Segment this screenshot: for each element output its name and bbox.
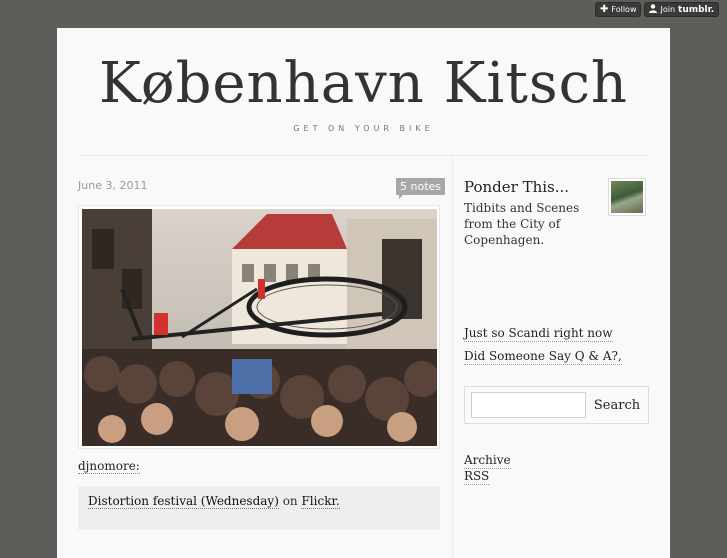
sidebar-link-just-so-scandi[interactable]: Just so Scandi right now <box>464 326 613 342</box>
join-label: Join <box>660 5 676 14</box>
avatar[interactable] <box>608 178 646 216</box>
quote-connector: on <box>278 494 302 508</box>
user-icon <box>649 3 658 16</box>
search-form: Search <box>464 386 649 424</box>
follow-label: Follow <box>611 5 637 14</box>
header-divider <box>78 155 648 156</box>
follow-button[interactable]: ✚ Follow <box>595 2 642 17</box>
sidebar-description: Tidbits and Scenes from the City of Cope… <box>464 201 580 247</box>
notes-badge[interactable]: 5 notes <box>396 178 446 199</box>
tumblr-logo: tumblr. <box>678 4 715 15</box>
post-quote: Distortion festival (Wednesday) on Flick… <box>78 486 440 530</box>
post-date[interactable]: June 3, 2011 <box>78 179 147 192</box>
archive-link[interactable]: Archive <box>464 453 511 469</box>
blog-subtitle: GET ON YOUR BIKE <box>293 124 434 133</box>
tumblr-controls: ✚ Follow Join tumblr. <box>595 2 720 17</box>
blog-title[interactable]: København Kitsch <box>57 50 670 118</box>
quote-link[interactable]: Distortion festival (Wednesday) <box>88 494 279 509</box>
search-button[interactable]: Search <box>589 392 645 418</box>
plus-icon: ✚ <box>600 3 609 15</box>
post-source-user[interactable]: djnomore: <box>78 459 140 474</box>
sidebar-title: Ponder This... <box>464 178 570 196</box>
rss-link[interactable]: RSS <box>464 469 490 485</box>
sidebar-link-q-and-a[interactable]: Did Someone Say Q & A?, <box>464 349 622 365</box>
flickr-link[interactable]: Flickr. <box>301 494 340 509</box>
blog-page: København Kitsch GET ON YOUR BIKE June 3… <box>57 28 670 558</box>
search-input[interactable] <box>471 392 586 418</box>
sidebar-divider <box>452 156 453 558</box>
post-photo-frame <box>78 205 440 449</box>
avatar-image <box>611 181 643 213</box>
join-tumblr-button[interactable]: Join tumblr. <box>644 2 720 17</box>
post-photo[interactable] <box>82 209 437 446</box>
